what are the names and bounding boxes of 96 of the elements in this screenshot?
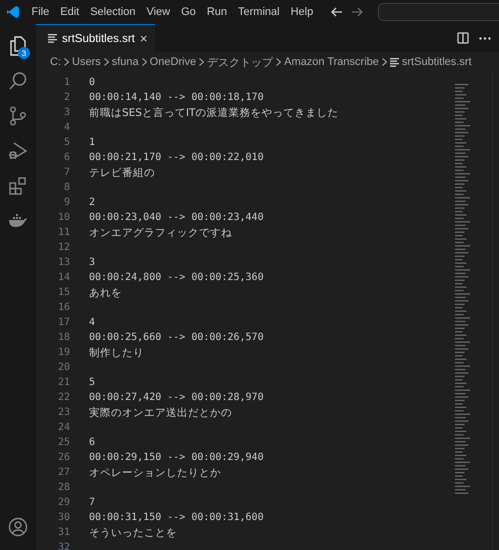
search-icon [8,70,28,90]
code-line: 00:00:23,040 --> 00:00:23,440 [89,212,264,223]
extensions-icon [8,176,28,196]
branch-icon [9,106,27,126]
code-line: テレビ番組の [89,166,155,180]
line-number: 27 [56,467,70,478]
files-icon [9,36,27,56]
account-icon[interactable] [8,517,28,537]
line-number: 25 [56,437,70,448]
line-number: 4 [62,122,70,133]
line-number: 7 [62,167,70,178]
code-line: 0 [89,77,96,88]
menu-item[interactable]: Run [201,6,232,18]
breadcrumb-item[interactable]: sfuna [112,56,139,68]
line-number: 1 [62,77,70,88]
line-number: 28 [56,482,70,493]
code-line: 2 [89,197,96,208]
line-number: 23 [56,407,70,418]
back-arrow-icon[interactable] [330,7,343,17]
code-line: 00:00:21,170 --> 00:00:22,010 [89,152,264,163]
menu-item[interactable]: Selection [84,6,141,18]
breadcrumb-item[interactable]: C: [50,56,61,68]
code-line: オンエアグラフィックですね [89,226,232,240]
line-number: 3 [62,107,70,118]
menu-item[interactable]: File [26,6,55,18]
code-line: 4 [89,317,96,328]
close-icon[interactable]: × [140,31,148,46]
code-line: あれを [89,286,122,300]
run-debug-icon [8,140,28,160]
code-line: 実際のオンエア送出だとかの [89,406,232,420]
forward-arrow-icon[interactable] [350,7,363,17]
line-number: 2 [62,92,70,103]
code-line: 00:00:25,660 --> 00:00:26,570 [89,332,264,343]
line-number: 14 [56,272,70,283]
line-number: 11 [56,227,70,238]
code-line: 00:00:14,140 --> 00:00:18,170 [89,92,264,103]
code-line: 1 [89,137,96,148]
chevron-icon [64,58,69,66]
line-number: 21 [56,377,70,388]
code-line: 制作したり [89,346,144,360]
line-number: 17 [56,317,70,328]
line-number: 20 [56,362,70,373]
line-number: 32 [56,542,70,550]
chevron-icon [276,58,282,66]
line-number: 29 [56,497,70,508]
menu-item[interactable]: View [140,6,176,18]
code-line: 00:00:31,150 --> 00:00:31,600 [89,512,264,523]
code-line: 7 [89,497,96,508]
line-number: 22 [56,392,70,403]
line-number: 15 [56,287,70,298]
menu-item[interactable]: Terminal [232,6,286,18]
split-editor-icon[interactable] [457,32,469,44]
line-number: 10 [56,212,70,223]
line-number: 24 [56,422,70,433]
code-line: 00:00:29,150 --> 00:00:29,940 [89,452,264,463]
breadcrumb-item[interactable]: OneDrive [150,56,196,68]
count-badge: 3 [18,47,30,59]
editor-tab[interactable]: srtSubtitles.srt × [36,24,156,52]
whale-icon [8,214,28,228]
chevron-icon [142,58,147,66]
code-line: そういったことを [89,526,177,540]
line-number: 9 [62,197,70,208]
search-field[interactable] [378,3,499,21]
line-number: 18 [56,332,70,343]
line-number: 19 [56,347,70,358]
code-line: 00:00:24,800 --> 00:00:25,360 [89,272,264,283]
file-lines-icon [48,34,57,43]
app-logo-icon [6,5,20,19]
code-line: 6 [89,437,96,448]
code-line: 3 [89,257,96,268]
chevron-icon [104,58,109,66]
code-line: 5 [89,377,96,388]
code-line: オペレーションしたりとか [89,466,221,480]
line-number: 5 [62,137,70,148]
breadcrumb-item[interactable]: Amazon Transcribe [284,56,379,68]
line-number: 12 [56,242,70,253]
breadcrumb-item[interactable]: デスクトップ [207,54,274,70]
tab-label: srtSubtitles.srt [62,32,135,44]
line-number: 13 [56,257,70,268]
line-number: 30 [56,512,70,523]
line-number: 16 [56,302,70,313]
code-line: 前職はSESと言ってITの派遣業務をやってきました [89,106,338,120]
chevron-icon [382,58,387,66]
line-number: 6 [62,152,70,163]
breadcrumb-item[interactable]: srtSubtitles.srt [402,56,472,68]
breadcrumb-item[interactable]: Users [72,56,101,68]
menu-item[interactable]: Help [285,6,319,18]
menu-item[interactable]: Go [176,6,202,18]
more-icon[interactable] [479,36,491,40]
file-lines-icon [390,58,399,66]
line-number: 31 [56,527,70,538]
chevron-icon [199,58,204,66]
line-number: 8 [62,182,70,193]
menu-item[interactable]: Edit [54,6,85,18]
line-number: 26 [56,452,70,463]
code-line: 00:00:27,420 --> 00:00:28,970 [89,392,264,403]
